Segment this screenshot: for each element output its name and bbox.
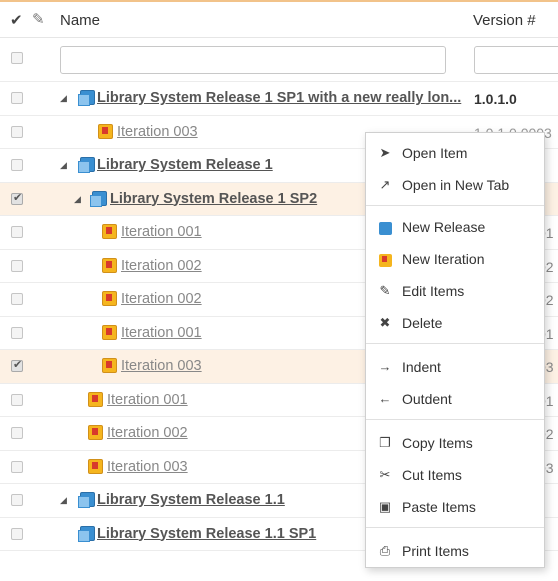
row-checkbox[interactable] <box>11 293 23 305</box>
menu-item-cut-items[interactable]: ✂ Cut Items <box>366 461 544 491</box>
iteration-icon <box>88 391 103 407</box>
menu-item-open-item[interactable]: ➤ Open Item <box>366 139 544 169</box>
menu-item-edit-items[interactable]: ✎ Edit Items <box>366 277 544 307</box>
menu-item-new-release[interactable]: New Release <box>366 213 544 243</box>
menu-separator <box>366 205 544 206</box>
item-name-link[interactable]: Iteration 003 <box>107 459 188 475</box>
iteration-icon <box>102 257 117 273</box>
menu-item-new-iteration[interactable]: New Iteration <box>366 245 544 275</box>
menu-item-delete[interactable]: ✖ Delete <box>366 309 544 339</box>
item-name-link[interactable]: Iteration 003 <box>117 124 198 140</box>
iteration-icon <box>102 291 117 306</box>
menu-item-outdent[interactable]: ← Outdent <box>366 385 544 415</box>
delete-icon: ✖ <box>379 315 391 330</box>
item-name-link[interactable]: Library System Release 1.1 <box>97 492 285 508</box>
row-checkbox[interactable] <box>11 125 23 138</box>
expand-toggle-icon[interactable]: ◢ <box>60 495 67 506</box>
iteration-icon <box>102 224 117 239</box>
item-name-link[interactable]: Iteration 003 <box>121 358 202 374</box>
item-name-link[interactable]: Iteration 001 <box>121 325 202 341</box>
menu-item-label: Open Item <box>402 145 468 161</box>
menu-item-label: Copy Items <box>402 435 473 451</box>
cursor-icon: ➤ <box>379 145 391 160</box>
item-name-link[interactable]: Library System Release 1 <box>97 157 273 173</box>
expand-toggle-icon[interactable]: ◢ <box>60 93 67 104</box>
external-link-icon: ↗ <box>379 177 391 192</box>
arrow-right-icon: → <box>378 359 392 374</box>
menu-separator <box>366 343 544 344</box>
iteration-icon <box>88 425 103 440</box>
row-checkbox[interactable] <box>11 527 23 540</box>
menu-separator <box>366 419 544 420</box>
scissors-icon: ✂ <box>379 467 391 482</box>
release-icon <box>78 492 95 508</box>
row-checkbox[interactable] <box>11 460 23 473</box>
item-name-link[interactable]: Iteration 001 <box>121 224 202 240</box>
row-checkbox[interactable] <box>11 358 23 372</box>
expand-toggle-icon[interactable]: ◢ <box>60 160 67 171</box>
row-checkbox[interactable] <box>11 259 23 272</box>
iteration-icon <box>102 358 117 373</box>
menu-item-label: New Iteration <box>402 251 485 267</box>
menu-item-open-in-new-tab[interactable]: ↗ Open in New Tab <box>366 171 544 201</box>
menu-item-label: Delete <box>402 315 443 331</box>
edit-icon: ✎ <box>379 283 391 298</box>
row-checkbox[interactable] <box>11 393 23 406</box>
iteration-icon <box>88 458 103 474</box>
iteration-icon <box>98 123 113 139</box>
row-checkbox[interactable] <box>11 226 23 238</box>
row-checkbox[interactable] <box>11 159 23 171</box>
copy-icon: ❐ <box>379 435 391 450</box>
row-checkbox[interactable] <box>11 427 23 439</box>
menu-item-label: Outdent <box>402 391 452 407</box>
menu-item-indent[interactable]: → Indent <box>366 353 544 383</box>
filter-checkbox[interactable] <box>11 52 23 64</box>
row-checkbox[interactable] <box>11 191 23 205</box>
name-column-header[interactable]: Name <box>60 12 100 29</box>
release-icon <box>78 525 95 542</box>
version-filter-input[interactable] <box>474 46 558 74</box>
select-all-check-icon[interactable]: ✔ <box>10 11 23 29</box>
version-column-header[interactable]: Version # <box>473 12 536 29</box>
menu-item-print-items[interactable]: ⎙ Print Items <box>366 537 544 567</box>
menu-item-label: Indent <box>402 359 441 375</box>
menu-item-label: Print Items <box>402 543 469 559</box>
iteration-icon <box>379 254 392 267</box>
release-icon <box>78 157 95 173</box>
print-icon: ⎙ <box>379 543 391 558</box>
item-name-link[interactable]: Iteration 001 <box>107 392 188 408</box>
name-filter-input[interactable] <box>60 46 446 74</box>
menu-separator <box>366 527 544 528</box>
item-name-link[interactable]: Library System Release 1.1 SP1 <box>97 526 316 542</box>
row-checkbox[interactable] <box>11 494 23 506</box>
menu-item-label: Edit Items <box>402 283 465 299</box>
table-row[interactable]: ◢ Library System Release 1 SP1 with a new… <box>0 82 558 116</box>
paste-icon: ▣ <box>378 499 392 514</box>
menu-item-label: Paste Items <box>402 499 476 515</box>
grid-header: ✔ ✎ Name Version # <box>0 0 558 38</box>
menu-item-paste-items[interactable]: ▣ Paste Items <box>366 493 544 523</box>
item-name-link[interactable]: Library System Release 1 SP1 with a new … <box>97 90 461 106</box>
release-icon <box>90 190 107 207</box>
iteration-icon <box>102 324 117 340</box>
menu-item-label: Open in New Tab <box>402 177 510 193</box>
row-checkbox[interactable] <box>11 326 23 339</box>
item-name-link[interactable]: Iteration 002 <box>121 291 202 307</box>
arrow-left-icon: ← <box>378 391 392 406</box>
menu-item-copy-items[interactable]: ❐ Copy Items <box>366 429 544 459</box>
menu-item-label: New Release <box>402 219 486 235</box>
item-name-link[interactable]: Iteration 002 <box>107 425 188 441</box>
expand-toggle-icon[interactable]: ◢ <box>74 194 81 205</box>
filter-row <box>0 38 558 82</box>
release-icon <box>379 222 392 235</box>
version-number: 1.0.1.0 <box>474 91 517 107</box>
row-checkbox[interactable] <box>11 92 23 104</box>
context-menu: ➤ Open Item ↗ Open in New Tab New Release New… <box>365 132 545 568</box>
item-name-link[interactable]: Library System Release 1 SP2 <box>110 191 317 207</box>
release-icon <box>78 90 95 106</box>
menu-item-label: Cut Items <box>402 467 462 483</box>
attachment-icon: ✎ <box>32 11 45 28</box>
item-name-link[interactable]: Iteration 002 <box>121 258 202 274</box>
